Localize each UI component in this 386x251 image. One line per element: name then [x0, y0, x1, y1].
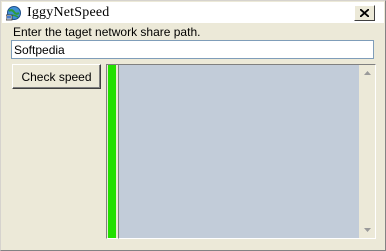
window-title: IggyNetSpeed: [27, 5, 110, 20]
app-window: IggyNetSpeed Enter the taget network sha…: [0, 0, 386, 251]
globe-network-icon[interactable]: [5, 5, 22, 21]
speed-graph-panel: [118, 64, 376, 239]
network-path-input[interactable]: [11, 40, 374, 59]
path-prompt-label: Enter the taget network share path.: [13, 25, 201, 39]
speed-meter-fill: [108, 65, 116, 238]
speed-graph-area: [120, 66, 359, 237]
close-x-icon: [360, 9, 369, 17]
scroll-down-arrow-icon: [364, 228, 371, 232]
scroll-up-arrow-icon: [364, 71, 371, 75]
scroll-up-button[interactable]: [359, 65, 375, 81]
graph-vertical-scrollbar[interactable]: [359, 65, 375, 238]
close-button[interactable]: [354, 5, 375, 21]
title-bar[interactable]: IggyNetSpeed: [2, 2, 384, 23]
scroll-down-button[interactable]: [359, 222, 375, 238]
check-speed-button[interactable]: Check speed: [12, 64, 101, 89]
